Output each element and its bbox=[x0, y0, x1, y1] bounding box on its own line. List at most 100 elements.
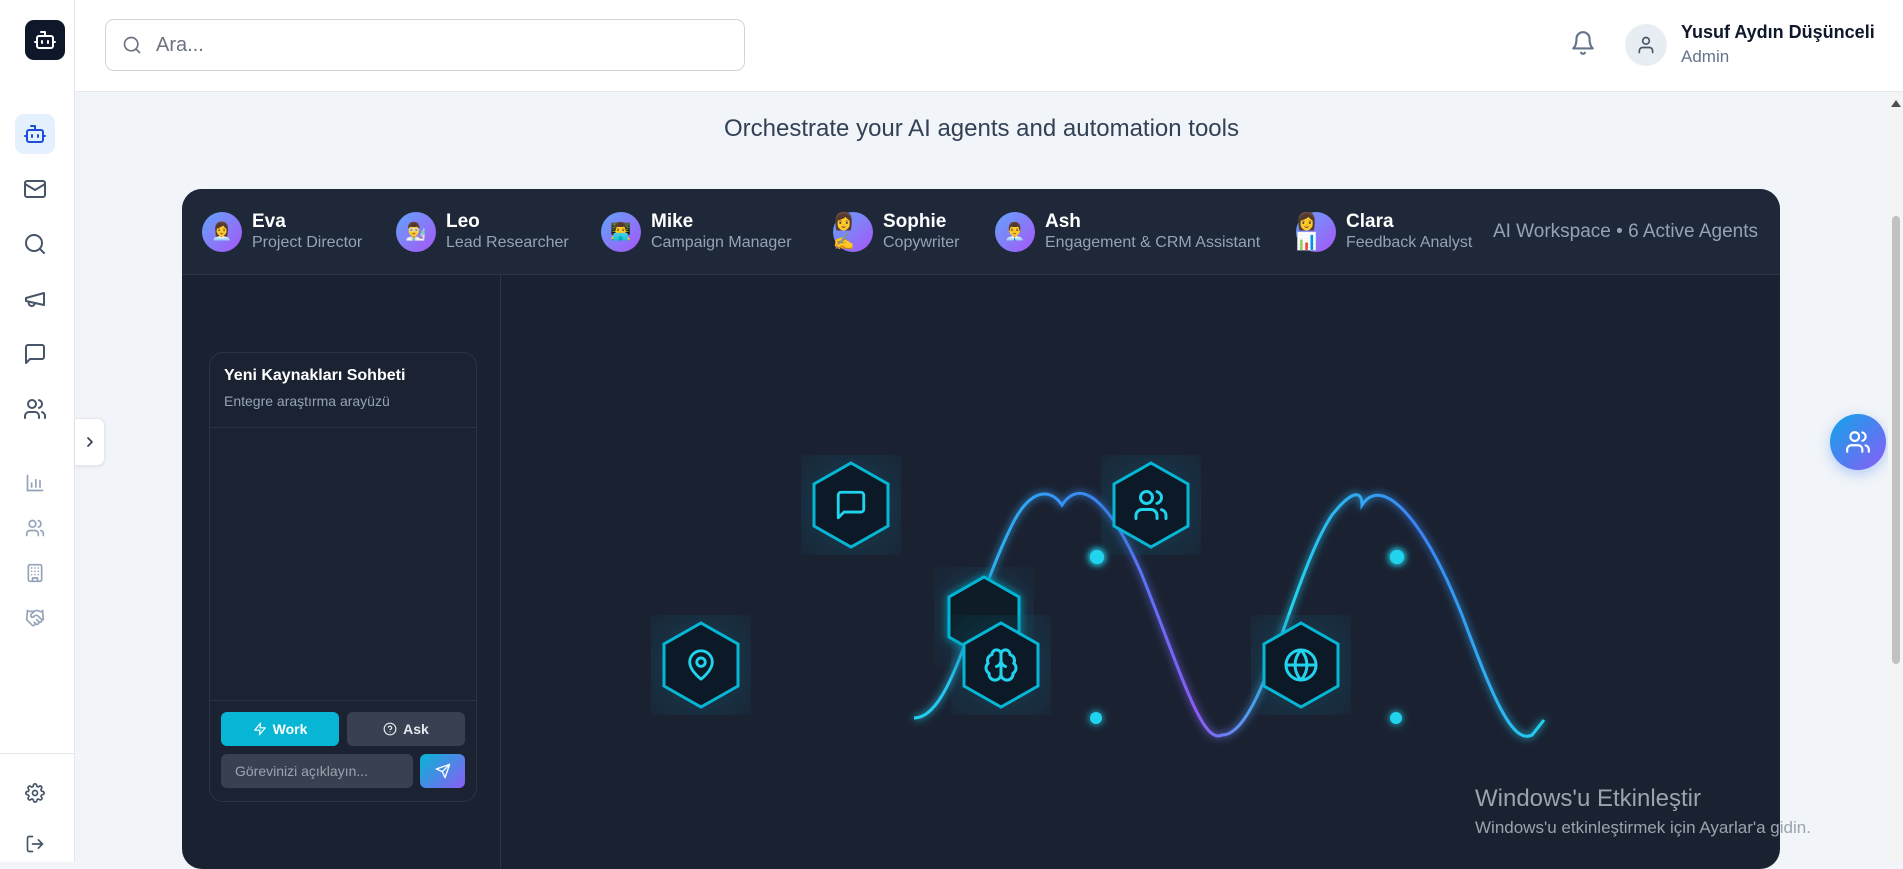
nav-logout[interactable] bbox=[15, 824, 55, 864]
users-icon bbox=[25, 518, 45, 538]
send-icon bbox=[435, 763, 451, 779]
handshake-icon bbox=[25, 608, 45, 628]
nav-mail[interactable] bbox=[15, 169, 55, 209]
user-name: Yusuf Aydın Düşünceli bbox=[1681, 22, 1875, 42]
agent-name: Clara bbox=[1346, 211, 1394, 232]
divider bbox=[210, 427, 476, 428]
users-icon bbox=[23, 397, 47, 421]
chat-pane: Yeni Kaynakları Sohbeti Entegre araştırm… bbox=[182, 275, 501, 869]
nav-messages[interactable] bbox=[15, 334, 55, 374]
ai-workspace-panel: 👩‍💼 Eva Project Director 👨‍🔬 Leo Lead Rese… bbox=[182, 189, 1780, 869]
mail-icon bbox=[23, 177, 47, 201]
scroll-thumb[interactable] bbox=[1892, 216, 1900, 664]
chat-card: Yeni Kaynakları Sohbeti Entegre araştırm… bbox=[209, 352, 477, 802]
chat-icon bbox=[834, 488, 868, 522]
chevron-right-icon bbox=[82, 434, 98, 450]
agent-eva[interactable]: 👩‍💼 Eva Project Director bbox=[202, 211, 362, 253]
send-button[interactable] bbox=[420, 754, 465, 788]
chat-title: Yeni Kaynakları Sohbeti bbox=[224, 367, 406, 384]
users-icon bbox=[1133, 487, 1169, 523]
chat-description: Entegre araştırma arayüzü bbox=[224, 393, 390, 409]
rail-divider bbox=[0, 753, 75, 754]
notifications-button[interactable] bbox=[1570, 30, 1596, 56]
search-icon bbox=[122, 35, 142, 55]
ask-mode-button[interactable]: Ask bbox=[347, 712, 465, 746]
agent-avatar: 👨‍💼 bbox=[995, 212, 1035, 252]
agent-role: Engagement & CRM Assistant bbox=[1045, 234, 1261, 251]
app-logo[interactable] bbox=[25, 20, 65, 60]
search-input[interactable] bbox=[156, 33, 716, 57]
agent-name: Sophie bbox=[883, 211, 947, 232]
agent-avatar: 👩📊 bbox=[1296, 212, 1336, 252]
watermark-text: Windows'u etkinleştirmek için Ayarlar'a … bbox=[1475, 818, 1811, 837]
agent-role: Project Director bbox=[252, 234, 363, 251]
agents-bar: 👩‍💼 Eva Project Director 👨‍🔬 Leo Lead Rese… bbox=[182, 189, 1780, 275]
search-icon bbox=[23, 232, 47, 256]
nav-agents[interactable] bbox=[15, 114, 55, 154]
flow-node-dots bbox=[1090, 550, 1404, 724]
agent-mike[interactable]: 👨‍💻 Mike Campaign Manager bbox=[601, 211, 792, 253]
bar-chart-icon bbox=[25, 473, 45, 493]
user-icon bbox=[1636, 35, 1656, 55]
brain-icon bbox=[983, 647, 1019, 683]
globe-icon bbox=[1283, 647, 1319, 683]
bot-icon bbox=[33, 28, 57, 52]
page-subtitle: Orchestrate your AI agents and automatio… bbox=[724, 115, 1239, 142]
nav-analytics[interactable] bbox=[15, 463, 55, 503]
nav-settings[interactable] bbox=[15, 773, 55, 813]
gear-icon bbox=[25, 783, 45, 803]
work-mode-button[interactable]: Work bbox=[221, 712, 339, 746]
zap-icon bbox=[253, 722, 267, 736]
left-rail bbox=[0, 0, 75, 862]
agent-sophie[interactable]: 👩✍️ Sophie Copywriter bbox=[833, 211, 959, 253]
tile-brain[interactable] bbox=[951, 615, 1051, 715]
message-square-icon bbox=[23, 342, 47, 366]
users-icon bbox=[1845, 429, 1871, 455]
tile-globe[interactable] bbox=[1251, 615, 1351, 715]
nav-users[interactable] bbox=[15, 389, 55, 429]
workspace-status: AI Workspace • 6 Active Agents bbox=[1492, 221, 1758, 242]
agent-role: Copywriter bbox=[883, 234, 960, 251]
search-bar bbox=[105, 19, 745, 71]
agent-leo[interactable]: 👨‍🔬 Leo Lead Researcher bbox=[396, 211, 569, 253]
agent-avatar: 👩‍💼 bbox=[202, 212, 242, 252]
top-header: Yusuf Aydın Düşünceli Admin bbox=[75, 0, 1903, 92]
agent-name: Leo bbox=[446, 211, 480, 232]
team-fab-button[interactable] bbox=[1830, 414, 1886, 470]
nav-deals[interactable] bbox=[15, 598, 55, 638]
nav-search[interactable] bbox=[15, 224, 55, 264]
agent-ash[interactable]: 👨‍💼 Ash Engagement & CRM Assistant bbox=[995, 211, 1260, 253]
tile-chat[interactable] bbox=[801, 455, 901, 555]
agent-clara[interactable]: 👩📊 Clara Feedback Analyst bbox=[1296, 211, 1472, 253]
agent-name: Eva bbox=[252, 211, 286, 232]
agent-role: Lead Researcher bbox=[446, 234, 569, 251]
tile-users[interactable] bbox=[1101, 455, 1201, 555]
watermark-title: Windows'u Etkinleştir bbox=[1475, 785, 1701, 812]
bell-icon bbox=[1570, 30, 1596, 56]
agent-role: Campaign Manager bbox=[651, 234, 792, 251]
agent-role: Feedback Analyst bbox=[1346, 234, 1473, 251]
nav-companies[interactable] bbox=[15, 553, 55, 593]
agent-avatar: 👨‍💻 bbox=[601, 212, 641, 252]
avatar[interactable] bbox=[1625, 24, 1667, 66]
nav-campaigns[interactable] bbox=[15, 279, 55, 319]
tile-location[interactable] bbox=[651, 615, 751, 715]
agent-name: Ash bbox=[1045, 211, 1081, 232]
agent-avatar: 👨‍🔬 bbox=[396, 212, 436, 252]
page-scrollbar[interactable] bbox=[1888, 92, 1903, 862]
agent-name: Mike bbox=[651, 211, 694, 232]
ask-label: Ask bbox=[403, 721, 429, 737]
help-circle-icon bbox=[383, 722, 397, 736]
sidebar-expand-button[interactable] bbox=[75, 418, 105, 466]
divider bbox=[210, 700, 476, 701]
bot-icon bbox=[23, 122, 47, 146]
task-input[interactable] bbox=[221, 754, 413, 788]
scroll-up-arrow[interactable] bbox=[1891, 100, 1901, 107]
user-role: Admin bbox=[1681, 47, 1730, 66]
agent-avatar: 👩✍️ bbox=[833, 212, 873, 252]
building-icon bbox=[25, 563, 45, 583]
nav-contacts[interactable] bbox=[15, 508, 55, 548]
work-label: Work bbox=[272, 721, 308, 737]
megaphone-icon bbox=[23, 287, 47, 311]
agent-flow-visualization bbox=[502, 275, 1780, 869]
